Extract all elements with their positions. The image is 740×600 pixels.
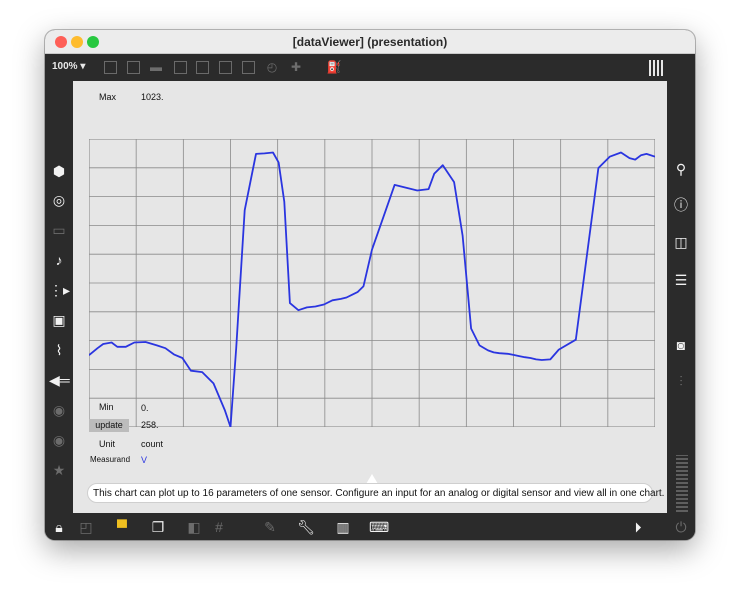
- presentation-frame-icon[interactable]: [104, 61, 117, 74]
- search-icon[interactable]: ⚲: [671, 159, 691, 179]
- windows-icon[interactable]: ❐: [148, 517, 168, 537]
- slider-object-icon[interactable]: [242, 61, 255, 74]
- piano-icon[interactable]: ▥: [333, 517, 353, 537]
- play-icon[interactable]: ⏵: [628, 517, 648, 537]
- vst-plugin-icon[interactable]: ◉: [49, 400, 69, 420]
- bottom-toolbar: 🔒︎ ◰ ▀ ❐ ◧ # ✎ 🔧︎ ▥ ⌨ ⏵ ⏻: [45, 513, 695, 540]
- package-icon[interactable]: ⬢: [49, 161, 69, 181]
- wrench-icon[interactable]: 🔧︎: [296, 517, 316, 537]
- object-box-icon[interactable]: [174, 61, 187, 74]
- favorites-star-icon[interactable]: ★: [49, 460, 69, 480]
- min-value[interactable]: 0.: [141, 403, 149, 413]
- presentation-mode-icon[interactable]: ▀: [112, 517, 132, 537]
- wand-icon[interactable]: ✎: [260, 517, 280, 537]
- paperclip-icon[interactable]: ⌇: [49, 340, 69, 360]
- comment-icon[interactable]: ▬: [148, 59, 164, 75]
- mixer-icon[interactable]: ⫶: [671, 371, 691, 391]
- top-toolbar: 100% ▾ ▬ ◴ ✚ ⛽: [45, 54, 695, 81]
- unit-label: Unit: [99, 439, 116, 449]
- message-box-icon[interactable]: [127, 61, 140, 74]
- current-value: 258.: [141, 420, 159, 430]
- grid-icon[interactable]: #: [209, 517, 229, 537]
- panel-icon[interactable]: ▭: [49, 220, 69, 240]
- left-sidebar: ⬢ ◎ ▭ ♪ ⋮▸⋮ ▣ ⌇ ◀═ ◉ ◉ ★: [45, 81, 84, 513]
- camera-icon[interactable]: ◙: [671, 335, 691, 355]
- update-button[interactable]: update: [89, 419, 129, 432]
- script-icon[interactable]: ◉: [49, 430, 69, 450]
- measurand-value[interactable]: V: [141, 455, 147, 465]
- grid-snap-icon[interactable]: [649, 60, 665, 76]
- debug-icon[interactable]: ◧: [184, 517, 204, 537]
- music-note-icon[interactable]: ♪: [49, 250, 69, 270]
- dial-object-icon[interactable]: ◴: [264, 59, 280, 75]
- keyboard-icon[interactable]: ⌨: [369, 517, 389, 537]
- add-object-icon[interactable]: ✚: [288, 59, 304, 75]
- max-label: Max: [99, 92, 117, 102]
- toggle-object-icon[interactable]: [219, 61, 232, 74]
- sequencer-icon[interactable]: ⋮▸⋮: [49, 280, 84, 300]
- measurand-label: Measurand: [90, 455, 131, 464]
- chart-plot: [89, 139, 655, 427]
- edit-mode-icon[interactable]: ◰: [76, 517, 96, 537]
- app-window: [dataViewer] (presentation) 100% ▾ ▬ ◴ ✚…: [45, 30, 695, 540]
- button-object-icon[interactable]: [196, 61, 209, 74]
- plug-icon[interactable]: ◀═: [49, 370, 70, 390]
- columns-icon[interactable]: ◫: [671, 232, 691, 252]
- image-icon[interactable]: ▣: [49, 310, 69, 330]
- window-title: [dataViewer] (presentation): [292, 35, 448, 49]
- list-icon[interactable]: ☰: [671, 270, 691, 290]
- unit-value[interactable]: count: [141, 439, 163, 449]
- power-icon[interactable]: ⏻: [671, 517, 691, 537]
- max-value[interactable]: 1023.: [141, 92, 164, 102]
- zoom-dropdown[interactable]: 100% ▾: [52, 61, 85, 72]
- presentation-canvas: Max 1023. Min 0. update 258. Unit count …: [73, 81, 667, 513]
- paint-bucket-icon[interactable]: ⛽: [326, 59, 342, 75]
- target-icon[interactable]: ◎: [49, 190, 69, 210]
- info-bubble: This chart can plot up to 16 parameters …: [87, 483, 664, 503]
- info-icon[interactable]: ⓘ: [671, 195, 691, 215]
- min-label: Min: [99, 402, 114, 412]
- lock-icon[interactable]: 🔒︎: [49, 517, 69, 537]
- title-bar: [dataViewer] (presentation): [45, 30, 695, 54]
- right-sidebar: ⚲ ⓘ ◫ ☰ ◙ ⫶: [667, 81, 695, 540]
